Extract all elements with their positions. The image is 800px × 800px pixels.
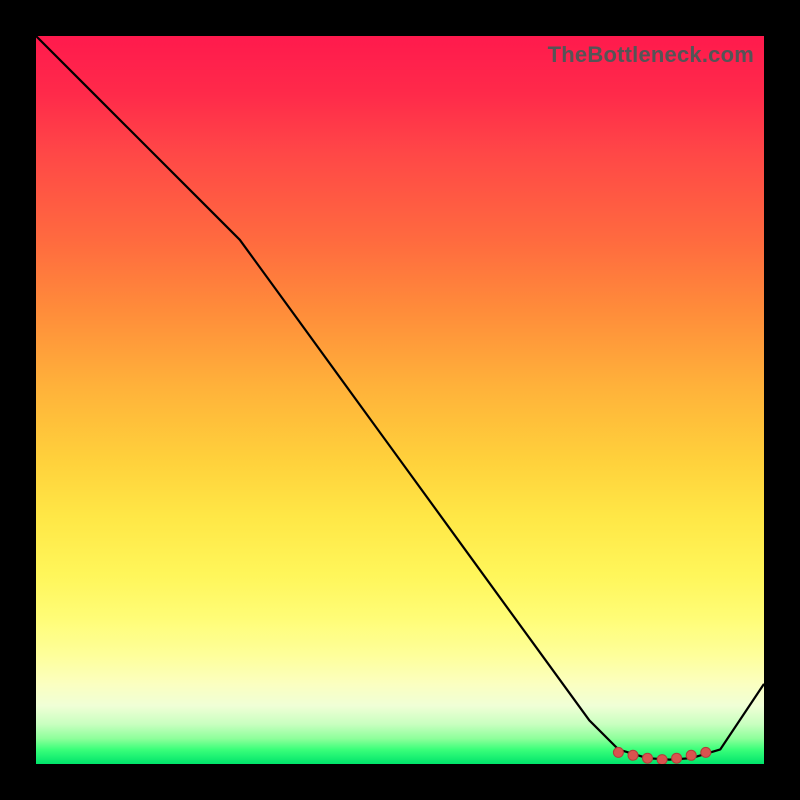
curve-layer	[36, 36, 764, 764]
marker-point	[672, 753, 682, 763]
chart-frame: TheBottleneck.com	[0, 0, 800, 800]
marker-point	[628, 750, 638, 760]
marker-point	[701, 747, 711, 757]
marker-point	[643, 753, 653, 763]
marker-point	[657, 755, 667, 764]
plot-area: TheBottleneck.com	[36, 36, 764, 764]
marker-point	[613, 747, 623, 757]
bottleneck-curve	[36, 36, 764, 760]
marker-point	[686, 750, 696, 760]
optimal-range-markers	[613, 747, 710, 764]
